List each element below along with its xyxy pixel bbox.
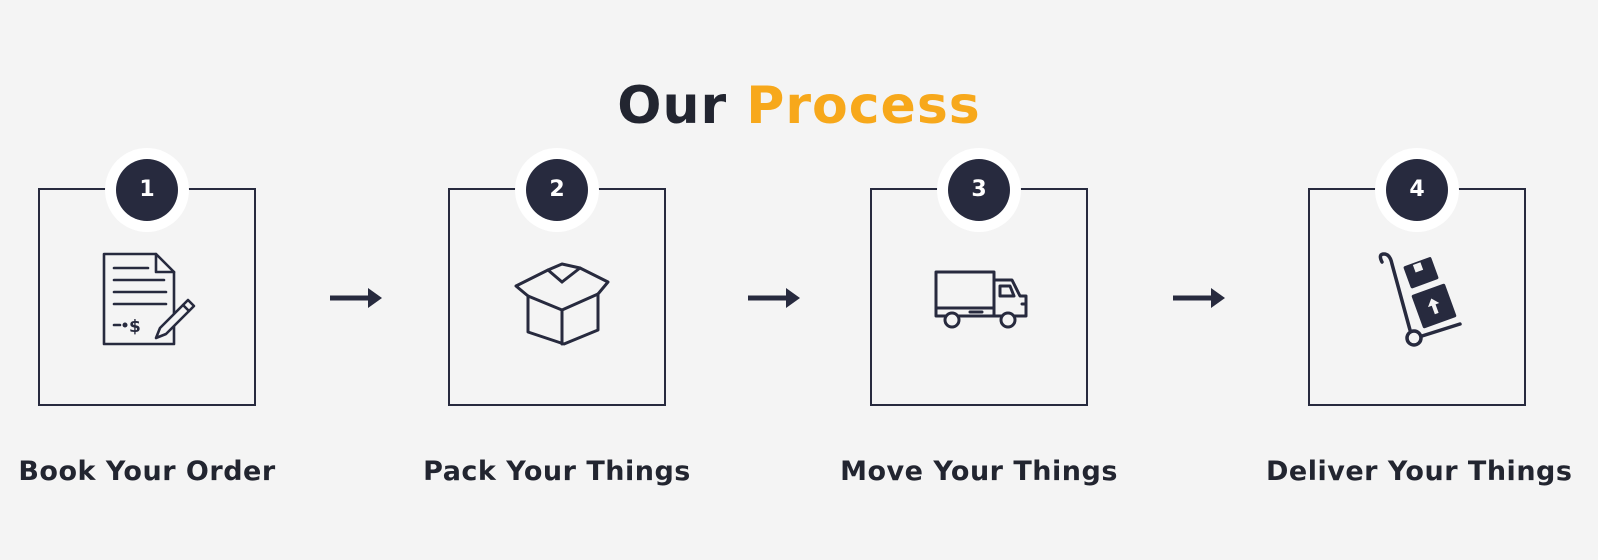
document-pencil-icon: $ [94,244,204,354]
process-step-3: 3 [870,148,1088,406]
step-number: 1 [116,159,178,221]
step-number-badge: 4 [1375,148,1459,232]
open-box-icon [504,244,614,354]
process-step-2: 2 [448,148,666,406]
arrow-right-icon [748,286,800,310]
step-label-4: Deliver Your Things [1266,456,1573,487]
arrow-right-icon [330,286,382,310]
section-title: Our Process [0,73,1598,139]
step-number-badge: 1 [105,148,189,232]
truck-icon [926,244,1036,354]
step-number: 2 [526,159,588,221]
hand-truck-icon [1364,244,1474,354]
svg-text:$: $ [129,317,141,337]
step-label-1: Book Your Order [18,456,276,487]
title-word-our: Our [617,75,728,136]
step-number-badge: 2 [515,148,599,232]
process-step-1: 1 $ [38,148,256,406]
step-number-badge: 3 [937,148,1021,232]
process-step-4: 4 [1308,148,1526,406]
step-label-3: Move Your Things [840,456,1118,487]
step-label-2: Pack Your Things [423,456,691,487]
step-number: 4 [1386,159,1448,221]
title-word-process: Process [746,75,981,136]
arrow-right-icon [1173,286,1225,310]
step-number: 3 [948,159,1010,221]
